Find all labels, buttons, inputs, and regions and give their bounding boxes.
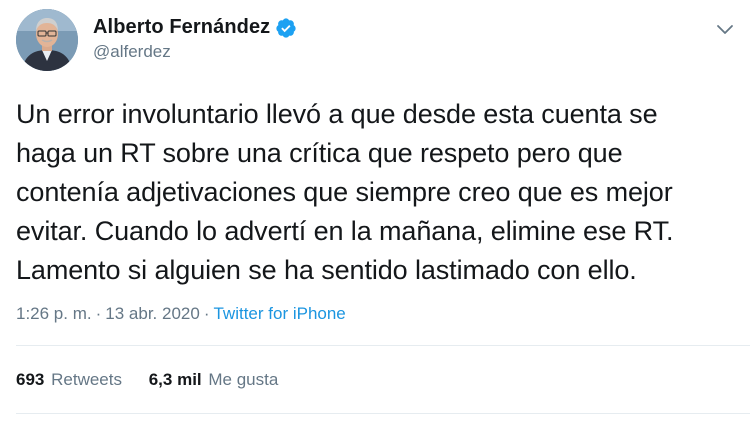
chevron-down-icon[interactable] [714, 18, 736, 40]
author-display-name[interactable]: Alberto Fernández [93, 16, 270, 39]
divider [16, 345, 750, 346]
tweet-meta: 1:26 p. m. · 13 abr. 2020 · Twitter for iPho… [16, 304, 346, 324]
retweets-label: Retweets [51, 370, 122, 389]
retweets-count: 693 [16, 370, 45, 389]
tweet-card: Alberto Fernández @alferdez Un error inv… [0, 0, 750, 422]
verified-badge-icon [275, 17, 297, 39]
avatar[interactable] [16, 9, 78, 71]
tweet-text: Un error involuntario llevó a que desde … [16, 99, 674, 285]
divider [16, 413, 750, 414]
likes-count: 6,3 mil [148, 370, 202, 389]
likes-label: Me gusta [208, 370, 279, 389]
retweets-stat[interactable]: 693 Retweets [16, 370, 122, 390]
tweet-stats: 693 Retweets 6,3 mil Me gusta [16, 370, 300, 390]
avatar-image [16, 9, 78, 71]
meta-separator: · [203, 304, 210, 323]
author-handle[interactable]: @alferdez [93, 42, 171, 62]
author-name-row[interactable]: Alberto Fernández [93, 16, 297, 39]
tweet-date[interactable]: 13 abr. 2020 [105, 304, 200, 323]
meta-separator: · [95, 304, 102, 323]
tweet-time[interactable]: 1:26 p. m. [16, 304, 92, 323]
likes-stat[interactable]: 6,3 mil Me gusta [149, 370, 279, 390]
tweet-source-link[interactable]: Twitter for iPhone [213, 304, 345, 323]
